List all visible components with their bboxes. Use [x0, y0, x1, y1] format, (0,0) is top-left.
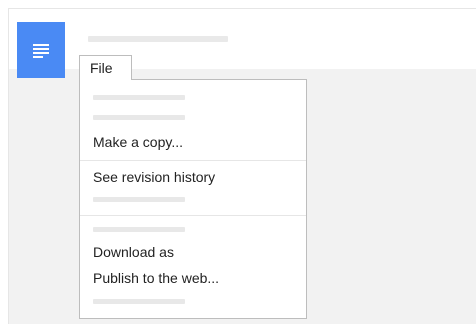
- make-a-copy-item[interactable]: Make a copy...: [93, 132, 293, 152]
- docs-window: File Make a copy... See revision history…: [8, 8, 476, 324]
- download-as-item[interactable]: Download as: [93, 242, 293, 262]
- menu-divider: [80, 215, 306, 216]
- menu-item-placeholder: [93, 197, 185, 202]
- menu-item-placeholder: [93, 299, 185, 304]
- document-title-placeholder: [88, 36, 228, 42]
- publish-to-web-item[interactable]: Publish to the web...: [93, 268, 293, 288]
- menu-item-placeholder: [93, 95, 185, 100]
- see-revision-history-item[interactable]: See revision history: [93, 167, 293, 187]
- lines-icon: [33, 44, 49, 58]
- docs-menu-icon[interactable]: [17, 22, 65, 78]
- file-menu-tab[interactable]: File: [79, 55, 132, 80]
- file-menu-dropdown: Make a copy... See revision history Down…: [79, 79, 307, 319]
- menu-item-placeholder: [93, 115, 185, 120]
- menu-item-placeholder: [93, 227, 185, 232]
- menu-divider: [80, 160, 306, 161]
